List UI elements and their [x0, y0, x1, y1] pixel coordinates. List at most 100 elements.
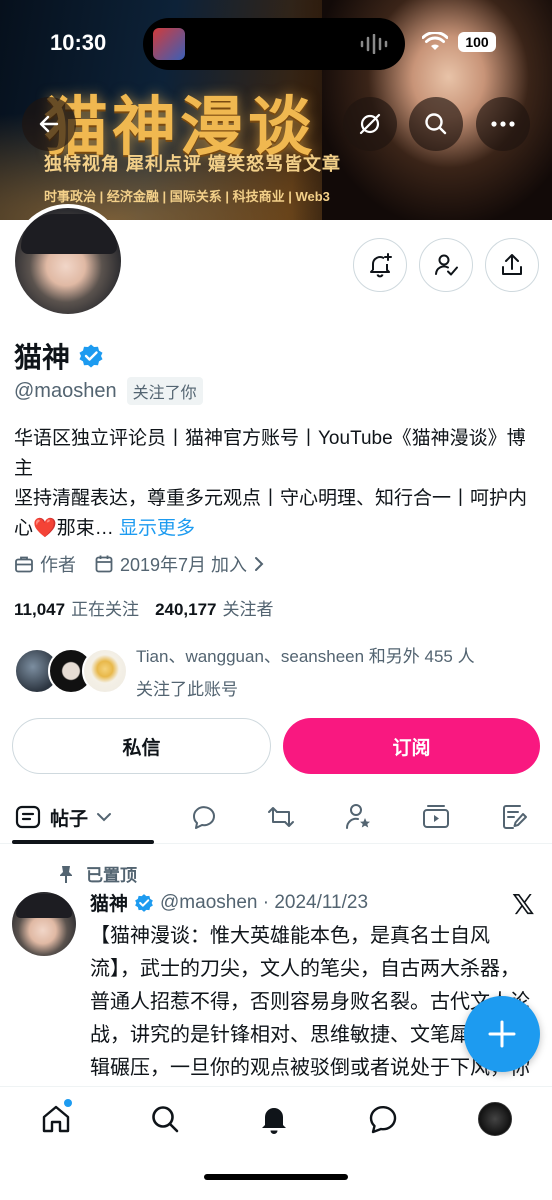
- verified-icon[interactable]: [78, 343, 104, 369]
- follow-counts: 11,047 正在关注 240,177 关注者: [14, 595, 274, 620]
- bio-line-2: 坚持清醒表达，尊重多元观点丨守心明理、知行合一丨呵护内心❤️那束… 显示更多: [14, 484, 542, 544]
- handle: @maoshen: [14, 379, 117, 402]
- home-icon: [42, 1105, 70, 1133]
- tab-reposts[interactable]: [265, 801, 297, 833]
- profile-avatar[interactable]: [11, 204, 125, 318]
- x-logo-icon: 𝕏: [512, 889, 535, 920]
- tweet-author-name[interactable]: 猫神: [90, 889, 128, 916]
- following-count: 11,047: [14, 600, 66, 619]
- bio-line-1: 华语区独立评论员丨猫神官方账号丨YouTube《猫神漫谈》博主: [14, 428, 526, 479]
- following-button[interactable]: [419, 238, 473, 292]
- occupation: 作者: [14, 551, 76, 577]
- back-icon: [39, 115, 59, 133]
- nav-search[interactable]: [147, 1101, 183, 1137]
- live-activity-thumbnail: [153, 28, 185, 60]
- grok-button[interactable]: [343, 97, 397, 151]
- more-button[interactable]: [476, 97, 530, 151]
- avatar-cap: [21, 214, 117, 254]
- following-label: 正在关注: [71, 600, 140, 619]
- tab-posts[interactable]: 帖子: [14, 790, 112, 844]
- active-tab-indicator: [12, 840, 154, 844]
- posts-icon: [15, 805, 41, 829]
- plus-icon: [488, 1020, 516, 1048]
- tab-replies[interactable]: [188, 801, 220, 833]
- battery-icon: 100: [458, 32, 496, 52]
- nav-profile[interactable]: [477, 1101, 513, 1137]
- profile-meta: 作者 2019年7月 加入: [14, 551, 265, 577]
- tab-posts-label: 帖子: [50, 808, 89, 830]
- pinned-indicator: 已置顶: [58, 861, 137, 886]
- media-icon: [423, 805, 449, 828]
- pinned-label: 已置顶: [86, 866, 137, 885]
- search-nav-icon: [152, 1106, 179, 1133]
- followers-you-know-text: Tian、wangguan、seansheen 和另外 455 人 关注了此账号: [136, 640, 475, 706]
- briefcase-icon: [15, 556, 33, 573]
- tweet-avatar-cap: [16, 894, 72, 918]
- pin-icon: [60, 865, 72, 883]
- profile-actions: 私信 订阅: [12, 718, 540, 774]
- status-icons: 100: [422, 32, 496, 52]
- nav-messages[interactable]: [365, 1101, 401, 1137]
- followers-count-link[interactable]: 240,177 关注者: [155, 595, 273, 620]
- join-date[interactable]: 2019年7月 加入: [94, 551, 265, 577]
- followers-you-know-names: Tian、wangguan、seansheen 和另外 455 人: [136, 647, 475, 666]
- join-date-label: 2019年7月 加入: [120, 555, 248, 575]
- bell-nav-icon: [262, 1108, 286, 1134]
- follows-you-badge: 关注了你: [126, 377, 203, 405]
- reply-icon: [193, 806, 215, 829]
- tweet-text[interactable]: 【猫神漫谈：惟大英雄能本色，是真名士自风流】，武士的刀尖，文人的笔尖，自古两大杀…: [90, 920, 530, 1086]
- repost-icon: [268, 807, 294, 827]
- bottom-nav: [0, 1086, 552, 1200]
- heart-emoji: ❤️: [33, 518, 57, 539]
- following-count-link[interactable]: 11,047 正在关注: [14, 595, 139, 620]
- tab-articles[interactable]: [498, 801, 530, 833]
- nav-avatar: [478, 1102, 512, 1136]
- profile-name-row: 猫神: [14, 336, 104, 376]
- display-name: 猫神: [14, 342, 71, 373]
- calendar-icon: [95, 555, 113, 573]
- search-icon: [425, 113, 447, 135]
- tab-highlights[interactable]: [342, 801, 374, 833]
- share-icon: [502, 254, 522, 275]
- followers-label: 关注者: [222, 600, 274, 619]
- share-button[interactable]: [485, 238, 539, 292]
- show-more-link[interactable]: 显示更多: [119, 518, 195, 539]
- chevron-down-icon: [97, 813, 112, 822]
- profile-bio: 华语区独立评论员丨猫神官方账号丨YouTube《猫神漫谈》博主 坚持清醒表达，尊…: [14, 424, 542, 544]
- user-star-icon: [345, 804, 370, 829]
- handle-row: @maoshen 关注了你: [14, 377, 203, 405]
- banner-tags: 时事政治 | 经济金融 | 国际关系 | 科技商业 | Web3: [44, 189, 330, 204]
- more-icon: [491, 121, 515, 127]
- chevron-right-icon: [255, 557, 264, 571]
- followers-you-know-suffix: 关注了此账号: [136, 680, 238, 699]
- followers-count: 240,177: [155, 600, 217, 619]
- search-button[interactable]: [409, 97, 463, 151]
- verified-icon: [135, 893, 153, 912]
- occupation-label: 作者: [40, 555, 76, 575]
- tweet-meta: @maoshen · 2024/11/23: [160, 891, 369, 913]
- wifi-icon: [422, 32, 448, 50]
- subscribe-button[interactable]: 订阅: [283, 718, 540, 774]
- tweet-avatar[interactable]: [12, 892, 76, 956]
- notifications-button[interactable]: [353, 238, 407, 292]
- home-notification-dot: [64, 1099, 72, 1107]
- back-button[interactable]: [22, 97, 76, 151]
- status-time: 10:30: [50, 30, 107, 55]
- profile-tabs: 帖子: [0, 790, 552, 844]
- tweet-header: 猫神 @maoshen · 2024/11/23: [90, 889, 368, 916]
- grok-icon: [359, 113, 381, 135]
- home-indicator: [204, 1174, 348, 1180]
- compose-button[interactable]: [464, 996, 540, 1072]
- dynamic-island: [143, 18, 405, 70]
- user-check-icon: [435, 254, 458, 276]
- nav-notifications[interactable]: [256, 1101, 292, 1137]
- followers-you-know[interactable]: Tian、wangguan、seansheen 和另外 455 人 关注了此账号: [14, 640, 542, 700]
- follower-avatar-3: [82, 648, 128, 694]
- messages-icon: [369, 1105, 397, 1134]
- message-button[interactable]: 私信: [12, 718, 271, 774]
- tab-media[interactable]: [420, 801, 452, 833]
- banner-subtitle: 独特视角 犀利点评 嬉笑怒骂皆文章: [44, 154, 342, 174]
- bio-tail: 那束…: [56, 518, 114, 539]
- bell-plus-icon: [370, 253, 392, 278]
- article-icon: [503, 805, 527, 829]
